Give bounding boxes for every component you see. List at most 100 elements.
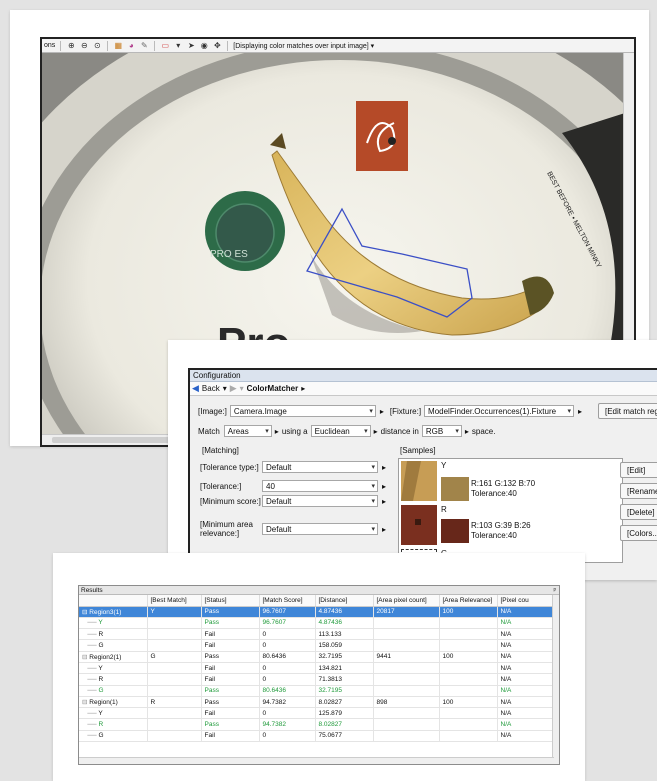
sample-y-color-swatch xyxy=(441,477,469,501)
space-label: space. xyxy=(471,426,496,436)
chevron-down-icon[interactable]: ▾ xyxy=(223,384,227,393)
cell-name: ── G xyxy=(79,639,148,652)
column-header-area-pixel-count[interactable]: [Area pixel count] xyxy=(373,595,440,607)
match-mode-selector[interactable]: Areas ▾ xyxy=(223,425,272,437)
tolerance-input[interactable]: 40 ▾ xyxy=(262,480,378,492)
minimum-area-relevance-selector[interactable]: Default ▾ xyxy=(262,523,378,535)
table-row[interactable]: ⊟ Region3(1) Y Pass 96.7607 4.87436 20817 100 N… xyxy=(79,606,554,618)
forward-arrow-icon[interactable]: ▶ xyxy=(230,383,237,394)
dropdown-arrow-icon[interactable]: ▾ xyxy=(173,41,183,51)
color-icon[interactable]: ◕ xyxy=(126,41,136,51)
cell-status: Pass xyxy=(201,718,260,731)
cell-area-relevance xyxy=(439,718,498,731)
column-header-pixel-count[interactable]: [Pixel cou xyxy=(497,595,554,607)
chevron-down-icon[interactable]: ▾ xyxy=(240,384,244,393)
using-label: using a xyxy=(281,426,308,436)
rename-sample-button[interactable]: [Rename xyxy=(620,483,657,499)
sample-r-tolerance: Tolerance:40 xyxy=(471,531,517,540)
results-horizontal-scrollbar[interactable] xyxy=(79,757,554,764)
expand-arrow-icon[interactable]: ▸ xyxy=(382,482,386,491)
row-label: R xyxy=(98,675,104,683)
pointer-icon[interactable]: ➤ xyxy=(186,41,196,51)
image-expand-arrow-icon[interactable]: ▸ xyxy=(380,407,384,416)
match-row: Match Areas ▾ ▸ using a Euclidean ▾ ▸ dist… xyxy=(198,425,495,437)
cell-name: ⊟ Region3(1) xyxy=(79,606,148,618)
tolerance-label: [Tolerance:] xyxy=(200,481,242,491)
pin-icon[interactable]: ᵖ xyxy=(554,586,556,594)
fixture-label: [Fixture:] xyxy=(389,406,422,416)
pan-icon[interactable]: ◉ xyxy=(199,41,209,51)
column-header-distance[interactable]: [Distance] xyxy=(315,595,374,607)
distance-metric-value: Euclidean xyxy=(314,426,350,436)
table-row[interactable]: ── R Fail 0 71.3813 N/A xyxy=(79,673,554,686)
cell-distance: 113.133 xyxy=(315,628,374,641)
sample-y-rgb: R:161 G:132 B:70 xyxy=(471,479,536,488)
sample-r-thumbnail[interactable] xyxy=(401,505,437,545)
distance-metric-selector[interactable]: Euclidean ▾ xyxy=(310,425,371,437)
column-header-match-score[interactable]: [Match Score] xyxy=(259,595,316,607)
cell-distance: 71.3813 xyxy=(315,673,374,686)
table-row[interactable]: ── Y Pass 96.7607 4.87436 N/A xyxy=(79,617,554,630)
expand-arrow-icon[interactable]: ▸ xyxy=(382,463,386,472)
image-selector[interactable]: Camera.Image ▾ xyxy=(229,405,376,417)
back-button[interactable]: Back xyxy=(202,384,220,393)
table-row[interactable]: ── R Pass 94.7382 8.02827 N/A xyxy=(79,718,554,731)
breadcrumb[interactable]: ColorMatcher xyxy=(247,384,299,393)
matching-header: [Matching] xyxy=(202,446,239,455)
column-header-status[interactable]: [Status] xyxy=(201,595,260,607)
table-row[interactable]: ⊟ Region(1) R Pass 94.7382 8.02827 898 100 N/A xyxy=(79,696,554,709)
table-row[interactable]: ── G Fail 0 75.0677 N/A xyxy=(79,730,554,743)
column-header-name[interactable] xyxy=(79,595,148,607)
metric-arrow-icon[interactable]: ▸ xyxy=(374,427,378,436)
fixture-selector[interactable]: ModelFinder.Occurrences(1).Fixture ▾ xyxy=(424,405,575,417)
fixture-expand-arrow-icon[interactable]: ▸ xyxy=(578,407,582,416)
table-row[interactable]: ── G Pass 80.6436 32.7195 N/A xyxy=(79,685,554,697)
delete-sample-button[interactable]: [Delete] xyxy=(620,504,657,520)
chevron-down-icon: ▾ xyxy=(364,428,368,435)
chevron-down-icon: ▾ xyxy=(567,408,572,415)
cell-name: ── Y xyxy=(79,662,148,675)
sample-y-tolerance: Tolerance:40 xyxy=(471,489,517,498)
image-icon[interactable]: ▦ xyxy=(113,41,123,51)
space-arrow-icon[interactable]: ▸ xyxy=(465,427,469,436)
table-row[interactable]: ── Y Fail 0 134.821 N/A xyxy=(79,662,554,675)
edit-match-regions-button[interactable]: [Edit match regions... xyxy=(598,403,657,419)
results-vertical-scrollbar[interactable] xyxy=(552,595,559,764)
tolerance-type-label: [Tolerance type:] xyxy=(200,462,259,472)
table-row[interactable]: ── G Fail 0 158.059 N/A xyxy=(79,639,554,652)
display-mode-dropdown[interactable]: [Displaying color matches over input ima… xyxy=(233,42,374,50)
row-label: Y xyxy=(98,709,103,717)
table-row[interactable]: ── Y Fail 0 125.879 N/A xyxy=(79,707,554,720)
cell-best-match: R xyxy=(147,696,202,709)
table-row[interactable]: ⊟ Region2(1) G Pass 80.6436 32.7195 9441 100 N/… xyxy=(79,651,554,663)
zoom-in-icon[interactable]: ⊕ xyxy=(66,41,76,51)
color-space-selector[interactable]: RGB ▾ xyxy=(421,425,462,437)
region-icon[interactable]: ▭ xyxy=(160,41,170,51)
move-icon[interactable]: ✥ xyxy=(212,41,222,51)
results-card: Results ᵖ [Best Match] [Status] [Match S… xyxy=(53,553,585,781)
cell-match-score: 0 xyxy=(259,662,316,675)
column-header-best-match[interactable]: [Best Match] xyxy=(147,595,202,607)
back-arrow-icon[interactable]: ◀ xyxy=(192,383,199,394)
cell-area-relevance xyxy=(439,730,498,743)
expand-arrow-icon[interactable]: ▸ xyxy=(382,525,386,534)
color-space-value: RGB xyxy=(425,426,444,436)
column-header-area-relevance[interactable]: [Area Relevance] xyxy=(439,595,498,607)
pipette-icon[interactable]: ✎ xyxy=(139,41,149,51)
match-arrow-icon[interactable]: ▸ xyxy=(275,427,279,436)
tolerance-type-selector[interactable]: Default ▾ xyxy=(262,461,378,473)
minimum-score-selector[interactable]: Default ▾ xyxy=(262,495,378,507)
chevron-down-icon: ▾ xyxy=(369,408,373,415)
expand-arrow-icon[interactable]: ▸ xyxy=(382,497,386,506)
table-row[interactable]: ── R Fail 0 113.133 N/A xyxy=(79,628,554,641)
sample-y-thumbnail[interactable] xyxy=(401,461,437,501)
samples-list[interactable]: Y R:161 G:132 B:70 Tolerance:40 R R:103 … xyxy=(398,458,623,563)
colors-button[interactable]: [Colors... xyxy=(620,525,657,541)
breadcrumb-arrow-icon[interactable]: ▸ xyxy=(301,384,305,393)
cell-status: Fail xyxy=(201,662,260,675)
zoom-out-icon[interactable]: ⊖ xyxy=(79,41,89,51)
zoom-fit-icon[interactable]: ⊙ xyxy=(92,41,102,51)
cell-area-pixel-count xyxy=(373,617,440,630)
edit-sample-button[interactable]: [Edit] xyxy=(620,462,657,478)
cell-status: Pass xyxy=(201,696,260,709)
